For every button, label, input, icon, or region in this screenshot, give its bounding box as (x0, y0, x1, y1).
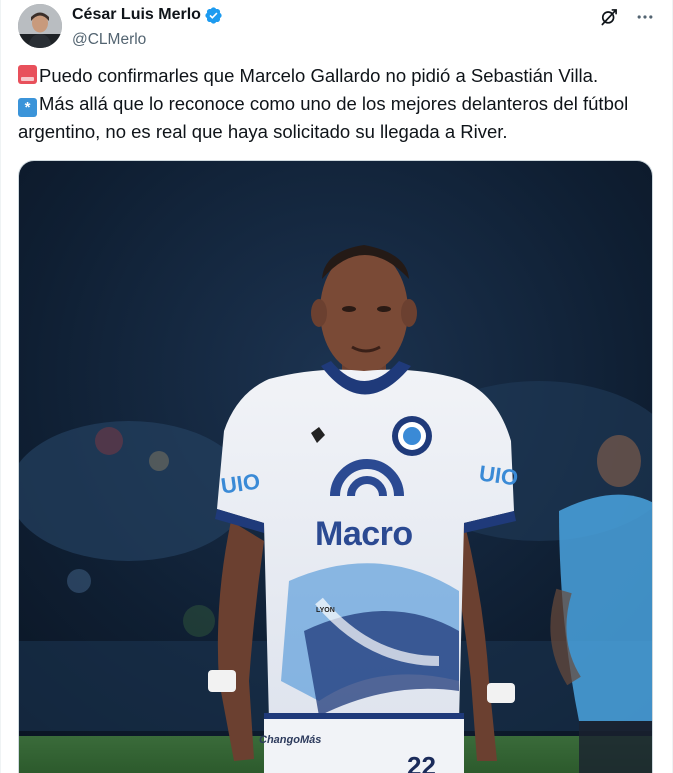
name-row: César Luis Merlo (72, 5, 223, 25)
player-photo (19, 161, 652, 773)
shorts-number: 22 (407, 751, 436, 773)
rotating-light-icon (18, 65, 37, 84)
grok-icon[interactable] (598, 6, 620, 28)
tweet-text-line-2-content: Más allá que lo reconoce como uno de los… (18, 93, 629, 142)
author-display-name[interactable]: César Luis Merlo (72, 6, 201, 24)
sleeve-right-text: UIO (477, 460, 520, 491)
tweet-text: Puedo confirmarles que Marcelo Gallardo … (18, 62, 658, 146)
avatar[interactable] (18, 4, 62, 48)
tweet-media-photo[interactable]: LYON Macro UIO UIO ChangoMás 22 (18, 160, 653, 773)
shorts-sponsor-label: ChangoMás (259, 734, 322, 746)
author-names: César Luis Merlo @CLMerlo (72, 5, 223, 49)
more-options-icon[interactable] (634, 6, 656, 28)
tweet-text-line-1-content: Puedo confirmarles que Marcelo Gallardo … (39, 65, 599, 86)
tweet[interactable]: César Luis Merlo @CLMerlo Puedo confirma… (0, 0, 673, 773)
tweet-actions (598, 6, 656, 28)
author-handle[interactable]: @CLMerlo (72, 31, 223, 49)
avatar-image (18, 4, 62, 48)
tweet-text-line-1: Puedo confirmarles que Marcelo Gallardo … (18, 62, 658, 90)
verified-badge-icon[interactable] (204, 6, 223, 25)
tweet-header: César Luis Merlo @CLMerlo (18, 4, 656, 50)
sleeve-left-text: UIO (219, 468, 262, 499)
tweet-text-line-2: * Más allá que lo reconoce como uno de lo… (18, 90, 658, 146)
jersey-brand-label: LYON (316, 607, 335, 614)
jersey-sponsor-label: Macro (315, 515, 413, 553)
asterisk-icon: * (18, 98, 37, 117)
